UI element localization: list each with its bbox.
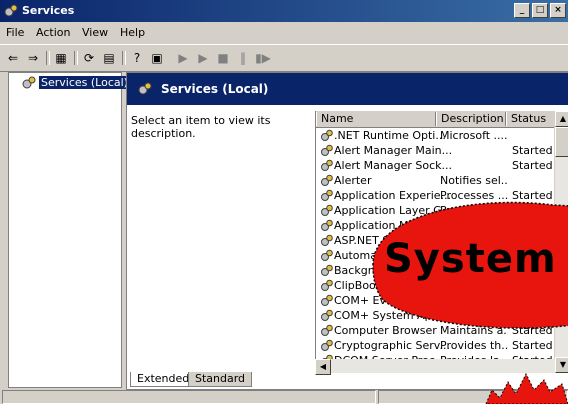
gear-icon xyxy=(321,249,333,261)
service-status: Started xyxy=(512,339,553,352)
back-icon[interactable]: ⇐ xyxy=(4,49,22,67)
view-tabs: Extended Standard xyxy=(126,372,426,388)
menu-view[interactable]: View xyxy=(82,26,108,39)
gear-icon xyxy=(4,4,18,17)
service-name: Cryptographic Serv... xyxy=(334,339,450,352)
gear-icon xyxy=(321,234,333,246)
scroll-down-button[interactable]: ▼ xyxy=(555,357,568,373)
gear-icon xyxy=(321,129,333,141)
help-icon[interactable]: ? xyxy=(128,49,146,67)
column-status[interactable]: Status xyxy=(506,112,557,126)
stop-icon[interactable]: ■ xyxy=(214,49,232,67)
table-row[interactable]: Cryptographic Serv... Provides th... Start… xyxy=(316,338,556,353)
description-text: Select an item to view its description. xyxy=(131,114,271,140)
gear-icon xyxy=(321,174,333,186)
gear-icon xyxy=(321,339,333,351)
close-button[interactable]: × xyxy=(550,3,566,18)
column-name[interactable]: Name xyxy=(316,112,436,126)
minimize-button[interactable]: _ xyxy=(514,3,530,18)
overlay-text: System xyxy=(384,236,557,282)
gear-icon xyxy=(321,189,333,201)
gear-icon xyxy=(321,309,333,321)
service-status: Started xyxy=(512,144,553,157)
table-row[interactable]: Alert Manager Sock... Started xyxy=(316,158,556,173)
table-row[interactable]: Alert Manager Main... Started xyxy=(316,143,556,158)
service-name: Alerter xyxy=(334,174,372,187)
gear-icon xyxy=(321,264,333,276)
column-description[interactable]: Description xyxy=(436,112,506,126)
export-icon[interactable]: ▤ xyxy=(100,49,118,67)
table-row[interactable]: Alerter Notifies sel... xyxy=(316,173,556,188)
toolbar: ⇐ ⇒ ▦ ⟳ ▤ ? ▣ ▶ ▶ ■ ‖ ▮▶ xyxy=(0,44,568,72)
gear-icon xyxy=(321,144,333,156)
gear-icon xyxy=(321,279,333,291)
service-name: Alert Manager Sock... xyxy=(334,159,452,172)
properties-icon[interactable]: ▣ xyxy=(148,49,166,67)
service-status: Started xyxy=(512,159,553,172)
pane-title: Services (Local) xyxy=(161,82,269,96)
service-description: Notifies sel... xyxy=(440,174,508,187)
gear-icon xyxy=(22,76,36,89)
pane-header: Services (Local) xyxy=(127,73,568,105)
service-name: .NET Runtime Opti... xyxy=(334,129,446,142)
pause-icon[interactable]: ‖ xyxy=(234,49,252,67)
play-icon[interactable]: ▶ xyxy=(194,49,212,67)
gear-icon xyxy=(321,204,333,216)
service-description: Microsoft .... xyxy=(440,129,508,142)
list-header: Name Description Status xyxy=(316,111,568,128)
menu-action[interactable]: Action xyxy=(36,26,70,39)
title-bar: Services _ □ × xyxy=(0,0,568,22)
restart-icon[interactable]: ▮▶ xyxy=(254,49,272,67)
services-window: Services _ □ × File Action View Help ⇐ ⇒… xyxy=(0,0,568,404)
gear-icon xyxy=(321,159,333,171)
gear-icon xyxy=(321,294,333,306)
forward-icon[interactable]: ⇒ xyxy=(24,49,42,67)
service-name: Alert Manager Main... xyxy=(334,144,452,157)
gear-icon xyxy=(138,82,152,95)
view-icon[interactable]: ▦ xyxy=(52,49,70,67)
menu-help[interactable]: Help xyxy=(120,26,145,39)
console-tree: Services (Local) xyxy=(8,72,130,388)
scroll-thumb[interactable] xyxy=(555,127,568,157)
horizontal-scrollbar[interactable]: ◀ xyxy=(315,359,555,375)
gear-icon xyxy=(321,324,333,336)
menu-bar: File Action View Help xyxy=(0,22,568,42)
play-icon[interactable]: ▶ xyxy=(174,49,192,67)
tree-item-label: Services (Local) xyxy=(39,76,130,89)
tab-extended[interactable]: Extended xyxy=(130,372,197,387)
tab-standard[interactable]: Standard xyxy=(188,372,253,387)
scroll-up-button[interactable]: ▲ xyxy=(555,111,568,127)
refresh-icon[interactable]: ⟳ xyxy=(80,49,98,67)
red-burst-shape xyxy=(485,372,568,404)
service-description: Provides th... xyxy=(440,339,508,352)
gear-icon xyxy=(321,219,333,231)
menu-file[interactable]: File xyxy=(6,26,24,39)
maximize-button[interactable]: □ xyxy=(532,3,548,18)
table-row[interactable]: .NET Runtime Opti... Microsoft .... xyxy=(316,128,556,143)
window-title: Services xyxy=(22,4,75,17)
